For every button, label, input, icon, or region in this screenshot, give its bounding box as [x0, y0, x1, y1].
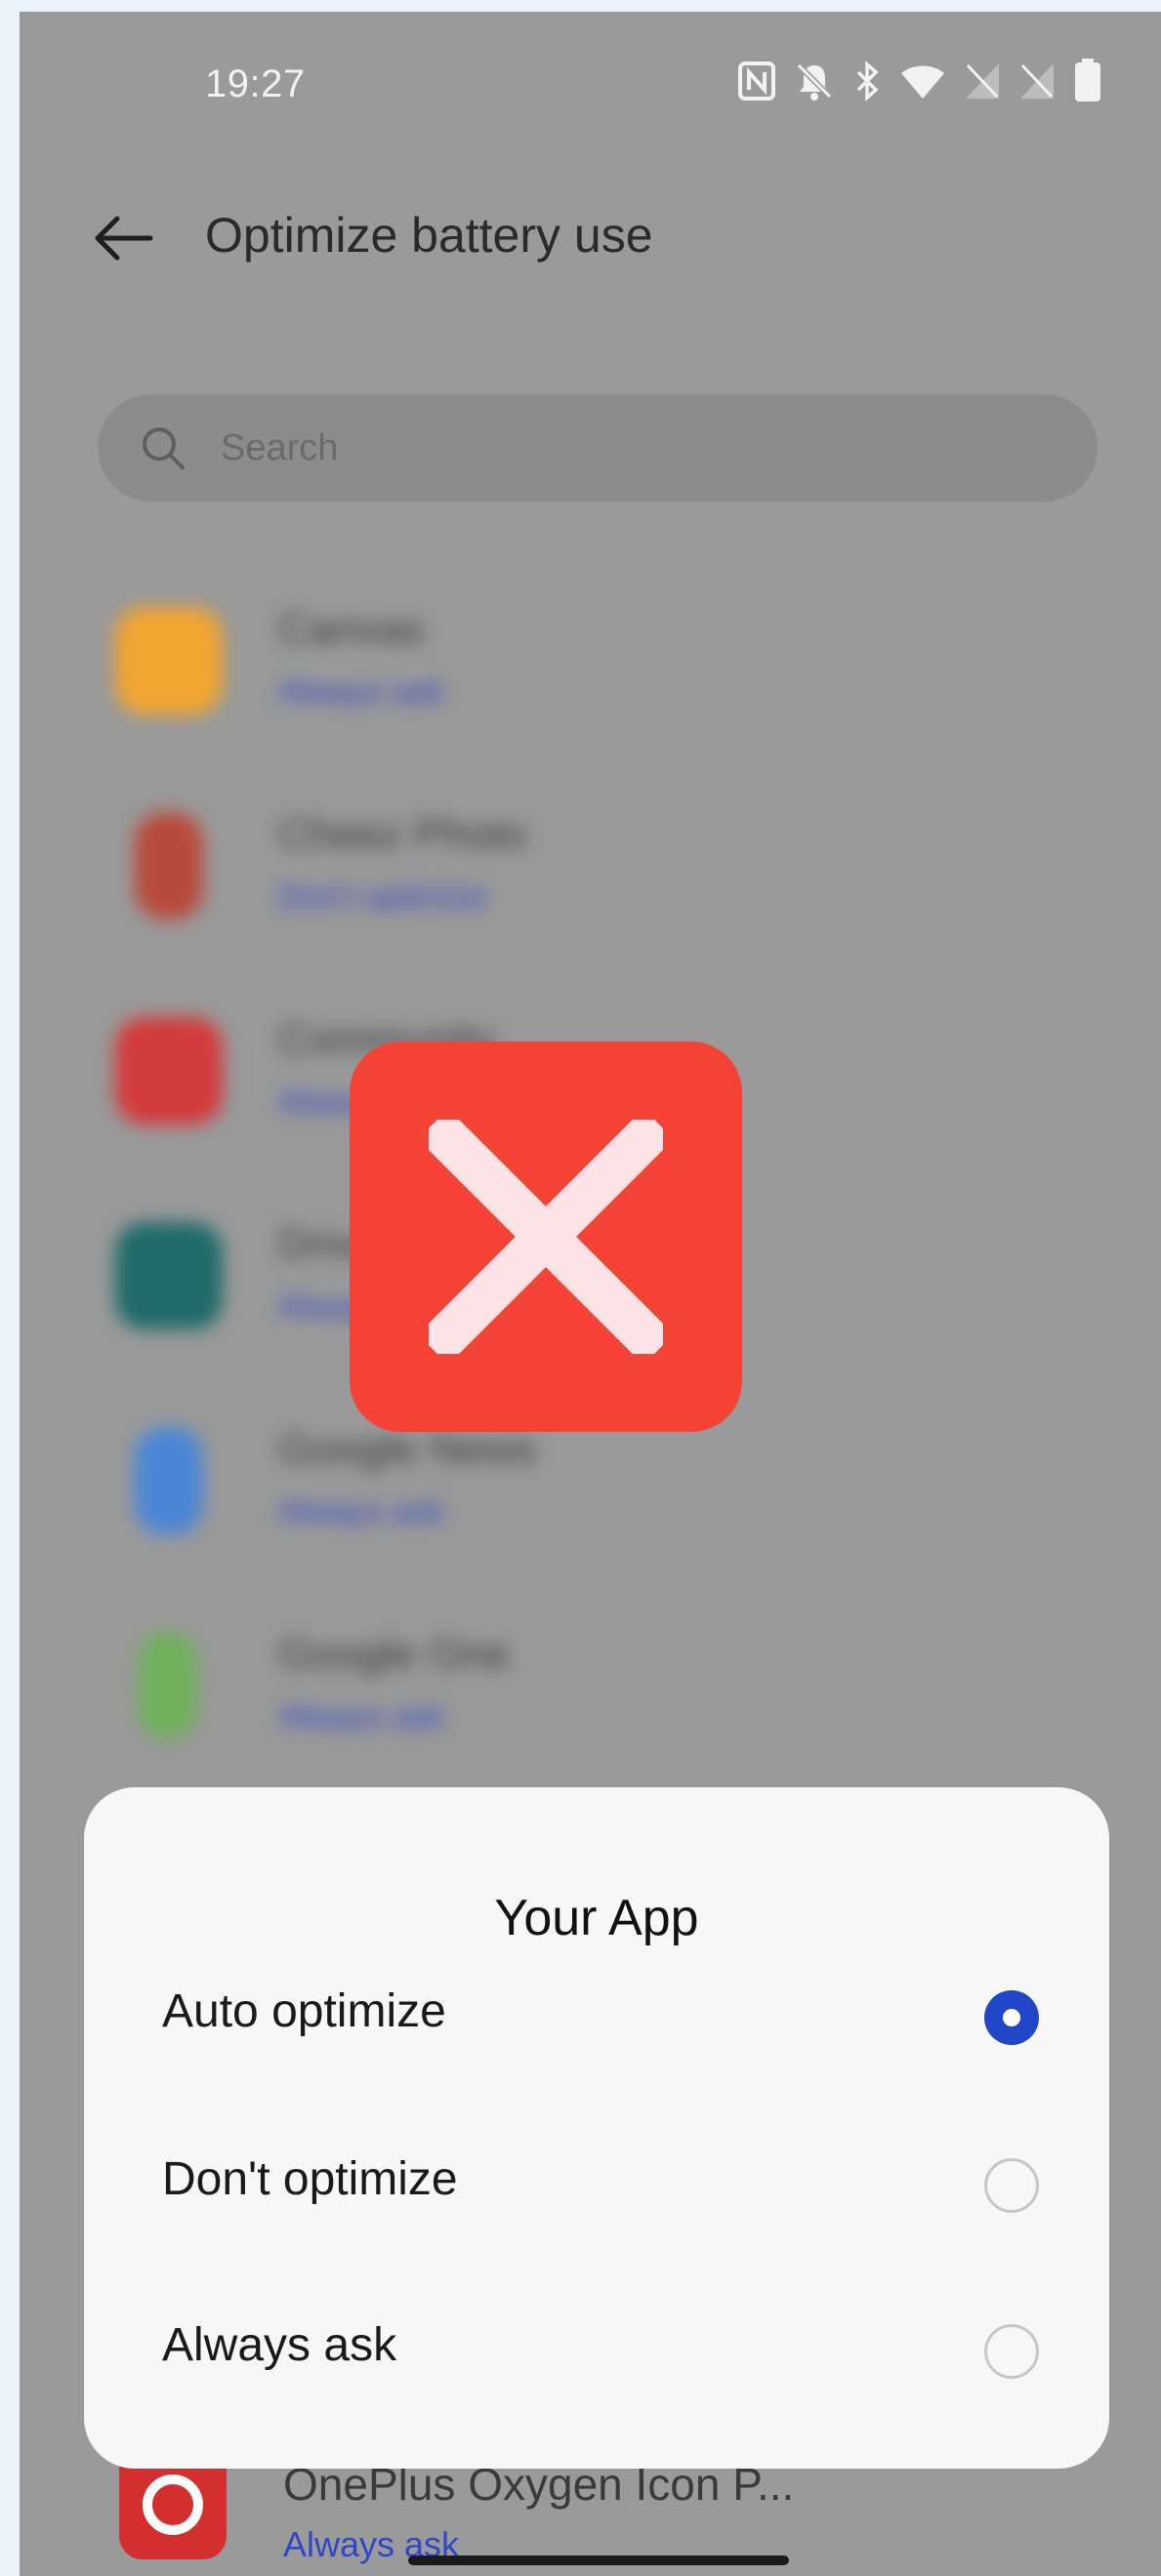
radio-button[interactable] [984, 2158, 1039, 2213]
search-placeholder: Search [221, 428, 339, 469]
wifi-icon [901, 65, 944, 99]
app-status: Don't optimize [278, 879, 488, 916]
app-status: Always ask [278, 674, 445, 711]
search-input[interactable]: Search [98, 394, 1098, 502]
app-icon [115, 1017, 223, 1124]
option-dont-optimize[interactable]: Don't optimize [84, 2102, 1109, 2258]
app-icon [135, 812, 203, 920]
list-item[interactable]: Canvas Always ask [98, 578, 1074, 724]
circle-icon [143, 2474, 203, 2535]
home-indicator[interactable] [408, 2556, 789, 2565]
app-icon [135, 1427, 203, 1534]
no-sim-icon [1020, 63, 1054, 99]
bell-off-icon [796, 62, 833, 101]
list-item[interactable]: Cheez Photo Don't optimize [98, 783, 1074, 929]
app-icon [119, 2462, 227, 2559]
option-label: Auto optimize [162, 1985, 446, 2037]
app-status: Always ask [278, 1493, 445, 1531]
app-name: Google One [278, 1630, 511, 1678]
page-title: Optimize battery use [205, 208, 653, 263]
battery-option-dialog: Your App Auto optimize Don't optimize Al… [84, 1787, 1109, 2469]
app-icon [115, 1222, 223, 1329]
status-bar: 19:27 [20, 12, 1161, 148]
app-name: Google News [278, 1425, 537, 1473]
nfc-icon [738, 61, 775, 101]
app-name: Canvas [278, 605, 425, 653]
bluetooth-icon [856, 61, 879, 102]
app-status: Always ask [278, 1698, 445, 1736]
option-label: Don't optimize [162, 2153, 458, 2205]
no-sim-icon [966, 63, 999, 99]
close-icon [429, 1120, 663, 1354]
app-name: Cheez Photo [278, 810, 527, 858]
radio-button[interactable] [984, 1990, 1039, 2045]
option-auto-optimize[interactable]: Auto optimize [84, 1934, 1109, 2090]
phone-screen: 19:27 Optimize battery use Search Canvas… [20, 12, 1161, 2576]
app-icon [115, 607, 223, 715]
status-time: 19:27 [205, 62, 306, 105]
radio-button[interactable] [984, 2324, 1039, 2379]
option-always-ask[interactable]: Always ask [84, 2268, 1109, 2424]
list-item[interactable]: Google One Always ask [98, 1603, 1074, 1749]
search-icon [143, 428, 185, 470]
status-icons [737, 59, 1102, 103]
error-badge [350, 1042, 742, 1432]
app-header: Optimize battery use [20, 178, 1161, 295]
battery-icon [1075, 59, 1100, 102]
app-icon [139, 1632, 197, 1739]
option-label: Always ask [162, 2319, 397, 2371]
arrow-left-icon[interactable] [88, 209, 156, 267]
